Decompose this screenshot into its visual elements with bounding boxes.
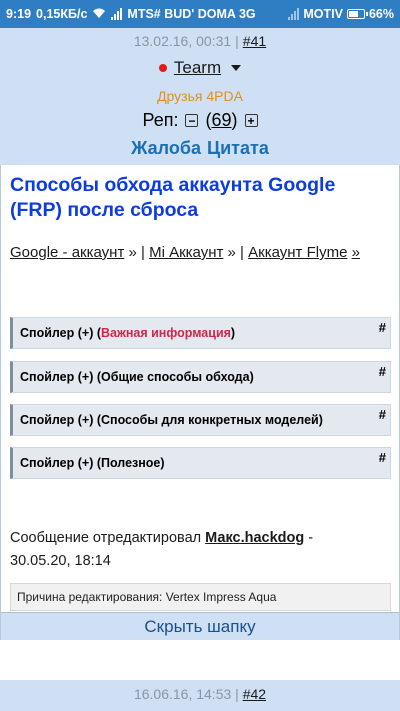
- spoiler-anchor-link[interactable]: #: [379, 364, 386, 379]
- status-bar: 9:19 0,15КБ/с MTS# BUD' DOMA 3G MOTIV 66…: [0, 0, 400, 28]
- carrier-primary: MTS# BUD' DOMA 3G: [127, 7, 256, 21]
- edit-date: 30.05.20, 18:14: [10, 553, 111, 569]
- reputation-row: Реп: − (69) +: [0, 110, 400, 131]
- post-date: 13.02.16, 00:31: [133, 33, 232, 49]
- battery-icon: [346, 9, 368, 19]
- reputation-close-paren: ): [231, 110, 238, 130]
- spoiler-important[interactable]: Спойлер (+) (Важная информация) #: [10, 317, 391, 349]
- reputation-value[interactable]: 69: [211, 110, 231, 130]
- post-number-link[interactable]: #42: [243, 686, 266, 702]
- spoiler-label: Спойлер (+) (Общие способы обхода): [20, 370, 254, 384]
- link-arrow[interactable]: »: [352, 244, 360, 261]
- spoiler-label: Спойлер (+) (Способы для конкретных моде…: [20, 413, 323, 427]
- account-links: Google - аккаунт » | Mi Аккаунт » | Акка…: [10, 241, 395, 265]
- complaint-button[interactable]: Жалоба: [131, 138, 201, 159]
- spoiler-anchor-link[interactable]: #: [379, 320, 386, 335]
- spoiler-anchor-link[interactable]: #: [379, 407, 386, 422]
- spoiler-label: Спойлер (+) (Важная информация): [20, 326, 235, 340]
- post-title: Способы обхода аккаунта Google (FRP) пос…: [10, 174, 336, 221]
- quote-button[interactable]: Цитата: [207, 138, 269, 159]
- clock: 9:19: [6, 7, 32, 21]
- rep-minus-button[interactable]: −: [185, 114, 199, 127]
- post-number-link[interactable]: #41: [243, 33, 266, 49]
- post-date: 16.06.16, 14:53: [133, 686, 232, 702]
- post-actions: Жалоба Цитата: [0, 138, 400, 159]
- spoiler-label: Спойлер (+) (Полезное): [20, 456, 165, 470]
- post-header: 13.02.16, 00:31 | #41 Tearm Друзья 4PDA Ре…: [0, 28, 400, 165]
- carrier-secondary: MOTIV: [303, 7, 343, 21]
- link-google-account[interactable]: Google - аккаунт: [10, 244, 124, 261]
- battery-percent: 66%: [368, 7, 394, 21]
- link-arrow: »: [227, 244, 236, 261]
- spoiler-suffix: ): [230, 326, 236, 340]
- edit-notice: Сообщение отредактировал Макс.hackdog - …: [10, 527, 395, 573]
- post-body: Способы обхода аккаунта Google (FRP) пос…: [0, 165, 400, 640]
- spoiler-highlight: Важная информация: [101, 326, 231, 340]
- author-row: Tearm: [0, 58, 400, 78]
- reputation-label: Реп:: [142, 110, 179, 130]
- post-meta: 13.02.16, 00:31 | #41: [0, 33, 400, 49]
- edit-notice-text: Сообщение отредактировал: [10, 530, 202, 546]
- spoiler-prefix: Спойлер (+) (: [20, 326, 101, 340]
- edit-reason-box: Причина редактирования: Vertex Impress A…: [10, 583, 391, 611]
- next-post-header: 16.06.16, 14:53 | #42: [0, 680, 400, 711]
- edit-notice-dash: -: [304, 530, 314, 546]
- author-name[interactable]: Tearm: [174, 58, 221, 78]
- link-arrow: »: [128, 244, 137, 261]
- post-meta-separator: |: [235, 33, 239, 49]
- signal-icon: [111, 8, 123, 20]
- spoiler-model-methods[interactable]: Спойлер (+) (Способы для конкретных моде…: [10, 404, 391, 436]
- reputation-display: (69): [205, 110, 237, 131]
- wifi-icon: [92, 7, 106, 22]
- online-status-icon: [158, 64, 167, 72]
- network-speed: 0,15КБ/с: [36, 7, 88, 21]
- signal-icon-secondary: [288, 8, 300, 20]
- link-separator: |: [136, 244, 150, 261]
- spoiler-useful[interactable]: Спойлер (+) (Полезное) #: [10, 447, 391, 479]
- link-separator: |: [235, 244, 249, 261]
- hide-header-button[interactable]: Скрыть шапку: [1, 612, 399, 640]
- post-meta-separator: |: [235, 686, 239, 702]
- editor-name-link[interactable]: Макс.hackdog: [205, 530, 304, 546]
- rep-plus-button[interactable]: +: [244, 114, 258, 127]
- spoiler-general-methods[interactable]: Спойлер (+) (Общие способы обхода) #: [10, 361, 391, 393]
- link-mi-account[interactable]: Mi Аккаунт: [149, 244, 223, 261]
- spoiler-anchor-link[interactable]: #: [379, 450, 386, 465]
- link-flyme-account[interactable]: Аккаунт Flyme: [248, 244, 347, 261]
- author-group: Друзья 4PDA: [157, 88, 243, 104]
- chevron-down-icon[interactable]: [231, 65, 242, 71]
